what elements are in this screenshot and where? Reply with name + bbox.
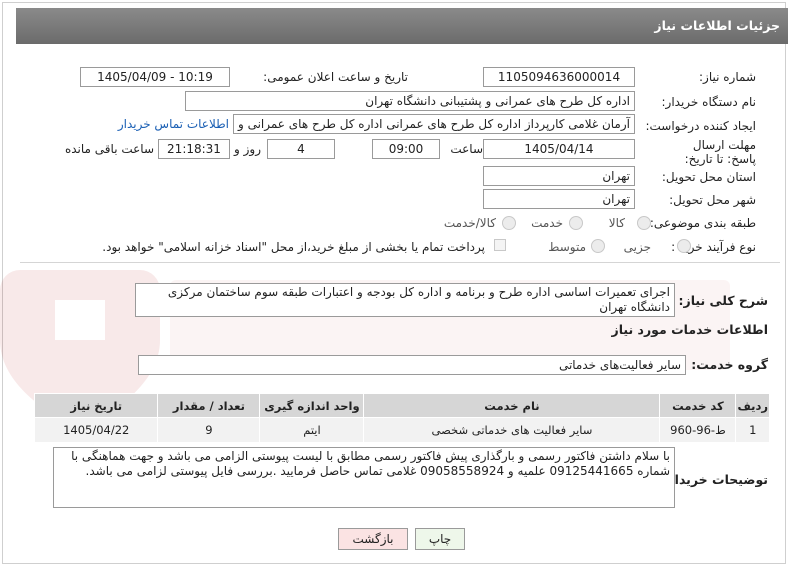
divider [20,262,780,263]
province-label: استان محل تحویل: [661,170,756,184]
cell-unit: ایتم [259,417,365,443]
remaining-label: ساعت باقی مانده [64,142,154,156]
table-header-row: ردیف کد خدمت نام خدمت واحد اندازه گیری ت… [33,393,770,418]
print-button[interactable]: چاپ [415,528,465,550]
buyer-contact-link[interactable]: اطلاعات تماس خریدار [118,117,229,131]
days-label: روز و [234,142,261,156]
buyer-notes-field: با سلام داشتن فاکتور رسمی و بارگذاری پیش… [53,447,675,508]
header-title: جزئیات اطلاعات نیاز [654,18,780,33]
back-button[interactable]: بازگشت [338,528,408,550]
process-radio-medium[interactable] [591,239,605,253]
col-row: ردیف [735,393,770,418]
cell-qty: 9 [157,417,261,443]
category-radio-both[interactable] [502,216,516,230]
announce-label: تاریخ و ساعت اعلان عمومی: [263,70,408,84]
col-unit: واحد اندازه گیری [259,393,365,418]
buyer-org-field: اداره کل طرح های عمرانی و پشتیبانی دانشگ… [185,91,635,111]
process-radio-minor[interactable] [677,239,691,253]
service-group-label: گروه خدمت: [691,357,768,372]
col-code: کد خدمت [659,393,737,418]
time-label: ساعت [450,142,483,156]
deadline-date-field: 1405/04/14 [483,139,635,159]
city-field: تهران [483,189,635,209]
announce-field: 1405/04/09 - 10:19 [80,67,230,87]
need-number-label: شماره نیاز: [699,70,756,84]
service-group-field: سایر فعالیت‌های خدماتی [138,355,686,375]
remaining-time-field: 21:18:31 [158,139,230,159]
cell-date: 1405/04/22 [33,417,159,443]
deadline-time-field: 09:00 [372,139,440,159]
cell-row: 1 [735,417,770,443]
col-name: نام خدمت [363,393,661,418]
category-option-both: کالا/خدمت [443,216,496,230]
process-option-medium: متوسط [548,240,586,254]
page-header: جزئیات اطلاعات نیاز [16,8,788,44]
buyer-org-label: نام دستگاه خریدار: [661,95,757,109]
col-date: تاریخ نیاز [33,393,159,418]
category-option-service: خدمت [531,216,563,230]
category-radio-goods[interactable] [637,216,651,230]
services-section-title: اطلاعات خدمات مورد نیاز [611,322,769,337]
deadline-label: مهلت ارسال پاسخ: تا تاریخ: [684,138,756,166]
cell-name: سایر فعالیت های خدماتی شخصی [363,417,661,443]
category-radio-service[interactable] [569,216,583,230]
buyer-notes-label: توضیحات خریدار: [662,472,768,487]
description-field: اجرای تعمیرات اساسی اداره طرح و برنامه و… [135,283,675,317]
category-option-goods: کالا [608,216,625,230]
services-table: ردیف کد خدمت نام خدمت واحد اندازه گیری ت… [33,393,770,443]
days-field: 4 [267,139,335,159]
description-label: شرح کلی نیاز: [678,293,768,308]
requester-label: ایجاد کننده درخواست: [645,119,756,133]
treasury-checkbox[interactable] [494,239,506,251]
city-label: شهر محل تحویل: [669,193,756,207]
col-qty: تعداد / مقدار [157,393,261,418]
table-row: 1 ط-96-960 سایر فعالیت های خدماتی شخصی ا… [33,417,770,443]
need-number-field: 1105094636000014 [483,67,635,87]
process-option-minor: جزیی [623,240,651,254]
province-field: تهران [483,166,635,186]
category-label: طبقه بندی موضوعی: [649,216,756,230]
treasury-note: پرداخت تمام یا بخشی از مبلغ خرید،از محل … [102,240,485,254]
requester-field: آرمان غلامی کارپرداز اداره کل طرح های عم… [233,114,635,134]
cell-code: ط-96-960 [659,417,737,443]
